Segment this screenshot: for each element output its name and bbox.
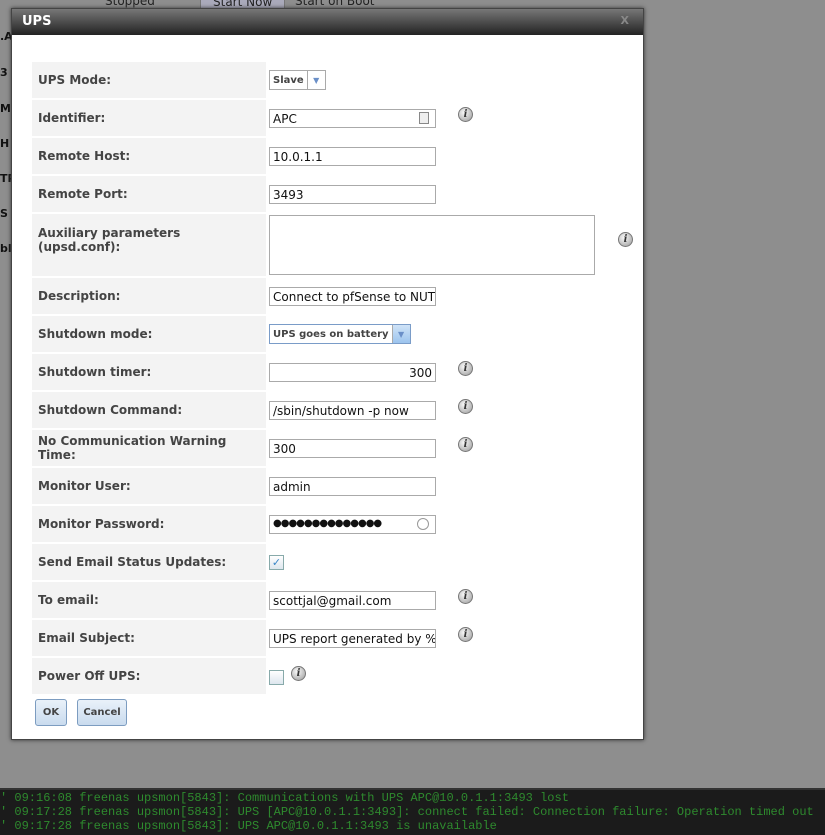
dialog-title: UPS (22, 14, 52, 29)
email-subject-input[interactable]: UPS report generated by %h (269, 629, 436, 648)
shutdown-timer-input[interactable]: 300 (269, 363, 436, 382)
label-shutdown-timer: Shutdown timer: (32, 354, 266, 390)
info-icon[interactable]: i (458, 361, 473, 376)
info-icon[interactable]: i (618, 232, 633, 247)
bg-text: bl (0, 242, 12, 255)
label-nocomm: No Communication Warning Time: (32, 430, 266, 466)
send-email-checkbox[interactable]: ✓ (269, 555, 284, 570)
bg-text: 3 (0, 66, 8, 79)
identifier-input[interactable]: APC (269, 109, 436, 128)
identifier-value: APC (273, 112, 297, 126)
log-line: ' 09:17:28 freenas upsmon[5843]: UPS [AP… (0, 805, 814, 819)
label-aux: Auxiliary parameters (upsd.conf): (32, 214, 266, 276)
log-line: ' 09:17:28 freenas upsmon[5843]: UPS APC… (0, 819, 497, 833)
shutdown-command-input[interactable]: /sbin/shutdown -p now (269, 401, 436, 420)
remote-port-input[interactable]: 3493 (269, 185, 436, 204)
to-email-input[interactable]: scottjal@gmail.com (269, 591, 436, 610)
bg-status: Stopped (105, 0, 155, 8)
console-log: ' 09:16:08 freenas upsmon[5843]: Communi… (0, 788, 825, 835)
label-remote-host: Remote Host: (32, 138, 266, 174)
monitor-user-input[interactable]: admin (269, 477, 436, 496)
bg-text: S (0, 207, 8, 220)
label-monitor-password: Monitor Password: (32, 506, 266, 542)
label-monitor-user: Monitor User: (32, 468, 266, 504)
info-icon[interactable]: i (458, 627, 473, 642)
shutdown-mode-select[interactable]: UPS goes on battery ▼ (269, 324, 411, 344)
bg-start-on-boot: Start on Boot (295, 0, 375, 8)
label-email-subject: Email Subject: (32, 620, 266, 656)
monitor-password-input[interactable]: ●●●●●●●●●●●●●● (269, 515, 436, 534)
remote-host-input[interactable]: 10.0.1.1 (269, 147, 436, 166)
ups-mode-value: Slave (273, 74, 304, 86)
label-to-email: To email: (32, 582, 266, 618)
info-icon[interactable]: i (291, 666, 306, 681)
label-remote-port: Remote Port: (32, 176, 266, 212)
bg-text: H (0, 137, 10, 150)
log-line: ' 09:16:08 freenas upsmon[5843]: Communi… (0, 791, 569, 805)
label-ups-mode: UPS Mode: (32, 62, 266, 98)
info-icon[interactable]: i (458, 589, 473, 604)
key-icon (417, 518, 429, 530)
label-shutdown-mode: Shutdown mode: (32, 316, 266, 352)
ok-button[interactable]: OK (35, 699, 67, 726)
close-icon[interactable]: X (621, 14, 629, 27)
label-description: Description: (32, 278, 266, 314)
ups-mode-select[interactable]: Slave ▼ (269, 70, 326, 90)
info-icon[interactable]: i (458, 437, 473, 452)
label-identifier: Identifier: (32, 100, 266, 136)
aux-textarea[interactable] (269, 215, 595, 275)
power-off-checkbox[interactable] (269, 670, 284, 685)
password-value: ●●●●●●●●●●●●●● (273, 518, 382, 529)
label-shutdown-command: Shutdown Command: (32, 392, 266, 428)
cancel-button[interactable]: Cancel (77, 699, 127, 726)
dialog-titlebar: UPS X (12, 9, 643, 35)
label-send-email: Send Email Status Updates: (32, 544, 266, 580)
chevron-down-icon: ▼ (306, 71, 325, 89)
info-icon[interactable]: i (458, 107, 473, 122)
contact-card-icon (419, 112, 429, 124)
shutdown-mode-value: UPS goes on battery (273, 328, 389, 340)
nocomm-input[interactable]: 300 (269, 439, 436, 458)
info-icon[interactable]: i (458, 399, 473, 414)
chevron-down-icon: ▼ (391, 325, 410, 343)
description-input[interactable]: Connect to pfSense to NUT (269, 287, 436, 306)
ups-dialog: UPS X UPS Mode: Slave ▼ Identifier: APC i… (11, 8, 644, 740)
label-power-off: Power Off UPS: (32, 658, 266, 694)
